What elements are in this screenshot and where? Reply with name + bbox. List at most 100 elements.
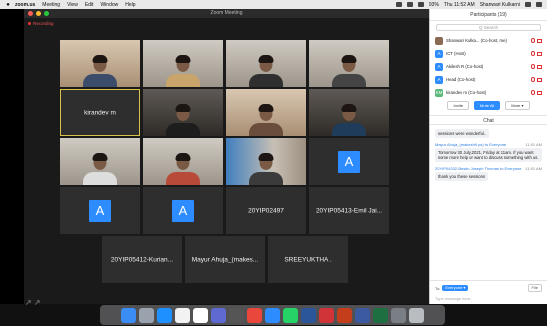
menu-window[interactable]: Window (100, 2, 118, 8)
participant-name: 20YIP05412-Kurian... (110, 256, 174, 263)
video-tile[interactable]: 20YIP02497 (226, 187, 306, 234)
menubar-user[interactable]: Shanwari Kulkarni (480, 2, 520, 8)
video-tile[interactable] (309, 40, 389, 87)
participant-name: 20YIP02497 (248, 207, 284, 214)
recording-indicator[interactable]: Recording (28, 21, 54, 26)
safari-icon[interactable] (157, 307, 172, 323)
wifi-icon[interactable] (417, 2, 424, 7)
video-tile[interactable] (226, 40, 306, 87)
more-button[interactable]: More ▾ (505, 101, 530, 110)
chat-message: sessions were wonderful.. (435, 128, 542, 138)
video-tile[interactable] (226, 138, 306, 185)
menu-edit[interactable]: Edit (85, 2, 94, 8)
minimize-window-button[interactable] (36, 11, 41, 16)
video-off-icon[interactable] (537, 64, 542, 69)
participant-row[interactable]: A Akilesh R (Co-host) (430, 60, 547, 73)
video-tile[interactable]: SREEYUKTHA . (268, 236, 348, 283)
video-tile[interactable] (143, 138, 223, 185)
close-window-button[interactable] (28, 11, 33, 16)
bluetooth-icon[interactable] (406, 2, 413, 7)
muted-mic-icon[interactable] (531, 77, 535, 82)
video-off-icon[interactable] (537, 38, 542, 43)
muted-mic-icon[interactable] (531, 64, 535, 69)
menu-app-name[interactable]: zoom.us (15, 2, 35, 8)
video-tile[interactable]: 20YIP05413-Emil Jai... (309, 187, 389, 234)
whatsapp-icon[interactable] (283, 307, 298, 323)
side-panel: Participants (19) Q Search Shanwari Kulk… (429, 9, 547, 304)
video-tile[interactable] (143, 89, 223, 136)
video-off-icon[interactable] (537, 51, 542, 56)
window-title: Zoom Meeting (210, 10, 243, 16)
video-tile[interactable] (226, 89, 306, 136)
macos-dock (100, 305, 445, 325)
video-off-icon[interactable] (537, 90, 542, 95)
app-icon[interactable] (355, 307, 370, 323)
powerpoint-icon[interactable] (337, 307, 352, 323)
chrome-icon[interactable] (247, 307, 262, 323)
avatar: A (435, 75, 443, 84)
menu-help[interactable]: Help (125, 2, 135, 8)
participant-row-name: Shanwari Kulka... (Co-host, me) (446, 38, 507, 43)
gallery-view: Recording kirandev m A A A 20YIP02497 20… (24, 18, 429, 304)
video-tile[interactable]: Mayur Ahuja_(makes... (185, 236, 265, 283)
acrobat-icon[interactable] (319, 307, 334, 323)
video-tile[interactable] (309, 89, 389, 136)
participant-row[interactable]: Shanwari Kulka... (Co-host, me) (430, 34, 547, 47)
participant-row[interactable]: A Head (Co-host) (430, 73, 547, 86)
muted-mic-icon[interactable] (531, 90, 535, 95)
battery-percent[interactable]: 93% (429, 2, 439, 8)
search-icon[interactable] (525, 2, 531, 7)
apple-icon[interactable]: ● (5, 2, 11, 8)
file-button[interactable]: File (527, 284, 542, 292)
launchpad-icon[interactable] (139, 307, 154, 323)
mute-all-button[interactable]: Mute All (474, 101, 501, 110)
participant-video (166, 104, 200, 136)
video-tile-active-speaker[interactable]: kirandev m (60, 89, 140, 136)
menu-view[interactable]: View (67, 2, 78, 8)
control-center-icon[interactable] (536, 2, 542, 7)
video-tile[interactable]: A (60, 187, 140, 234)
word-icon[interactable] (301, 307, 316, 323)
chat-recipient-select[interactable]: Everyone ▾ (442, 285, 469, 291)
participant-video (166, 153, 200, 185)
participants-search-input[interactable]: Q Search (436, 24, 541, 31)
excel-icon[interactable] (373, 307, 388, 323)
chat-message-input[interactable]: Type message here... (435, 296, 542, 301)
video-tile[interactable]: 20YIP05412-Kurian... (102, 236, 182, 283)
invite-button[interactable]: Invite (447, 101, 470, 110)
participant-row[interactable]: A ICT (Host) (430, 47, 547, 60)
desktop-shortcut-icon[interactable]: ↗ ↗ (25, 298, 70, 310)
muted-mic-icon[interactable] (531, 38, 535, 43)
menubar-clock[interactable]: Thu 11:52 AM (444, 2, 475, 8)
video-tile[interactable] (60, 138, 140, 185)
participant-video (249, 104, 283, 136)
avatar: KM (435, 88, 443, 97)
participant-row[interactable]: KM kirandev m (Co-host) (430, 86, 547, 99)
video-tile[interactable]: A (143, 187, 223, 234)
participants-actions: Invite Mute All More ▾ (430, 101, 547, 110)
downloads-icon[interactable] (391, 307, 406, 323)
video-tile[interactable] (143, 40, 223, 87)
participants-title: Participants (19) (430, 9, 547, 21)
video-tile[interactable]: A (309, 138, 389, 185)
text-edit-icon[interactable] (193, 307, 208, 323)
muted-mic-icon[interactable] (531, 51, 535, 56)
participant-row-name: ICT (Host) (446, 51, 466, 56)
maximize-window-button[interactable] (44, 11, 49, 16)
notes-icon[interactable] (175, 307, 190, 323)
zoom-status-icon[interactable] (395, 2, 402, 7)
participant-video (332, 55, 366, 87)
participant-avatar: A (89, 199, 111, 222)
video-tile[interactable] (60, 40, 140, 87)
chat-message-text: Tomorrow 30 July,2021, Friday at 11am. I… (435, 148, 542, 162)
system-preferences-icon[interactable] (229, 307, 244, 323)
recording-label: Recording (33, 21, 54, 26)
zoom-icon[interactable] (265, 307, 280, 323)
discord-icon[interactable] (211, 307, 226, 323)
participant-video (249, 153, 283, 185)
chat-time: 11:51 AM (525, 166, 542, 171)
finder-icon[interactable] (121, 307, 136, 323)
video-off-icon[interactable] (537, 77, 542, 82)
trash-icon[interactable] (409, 307, 424, 323)
menu-meeting[interactable]: Meeting (42, 2, 60, 8)
